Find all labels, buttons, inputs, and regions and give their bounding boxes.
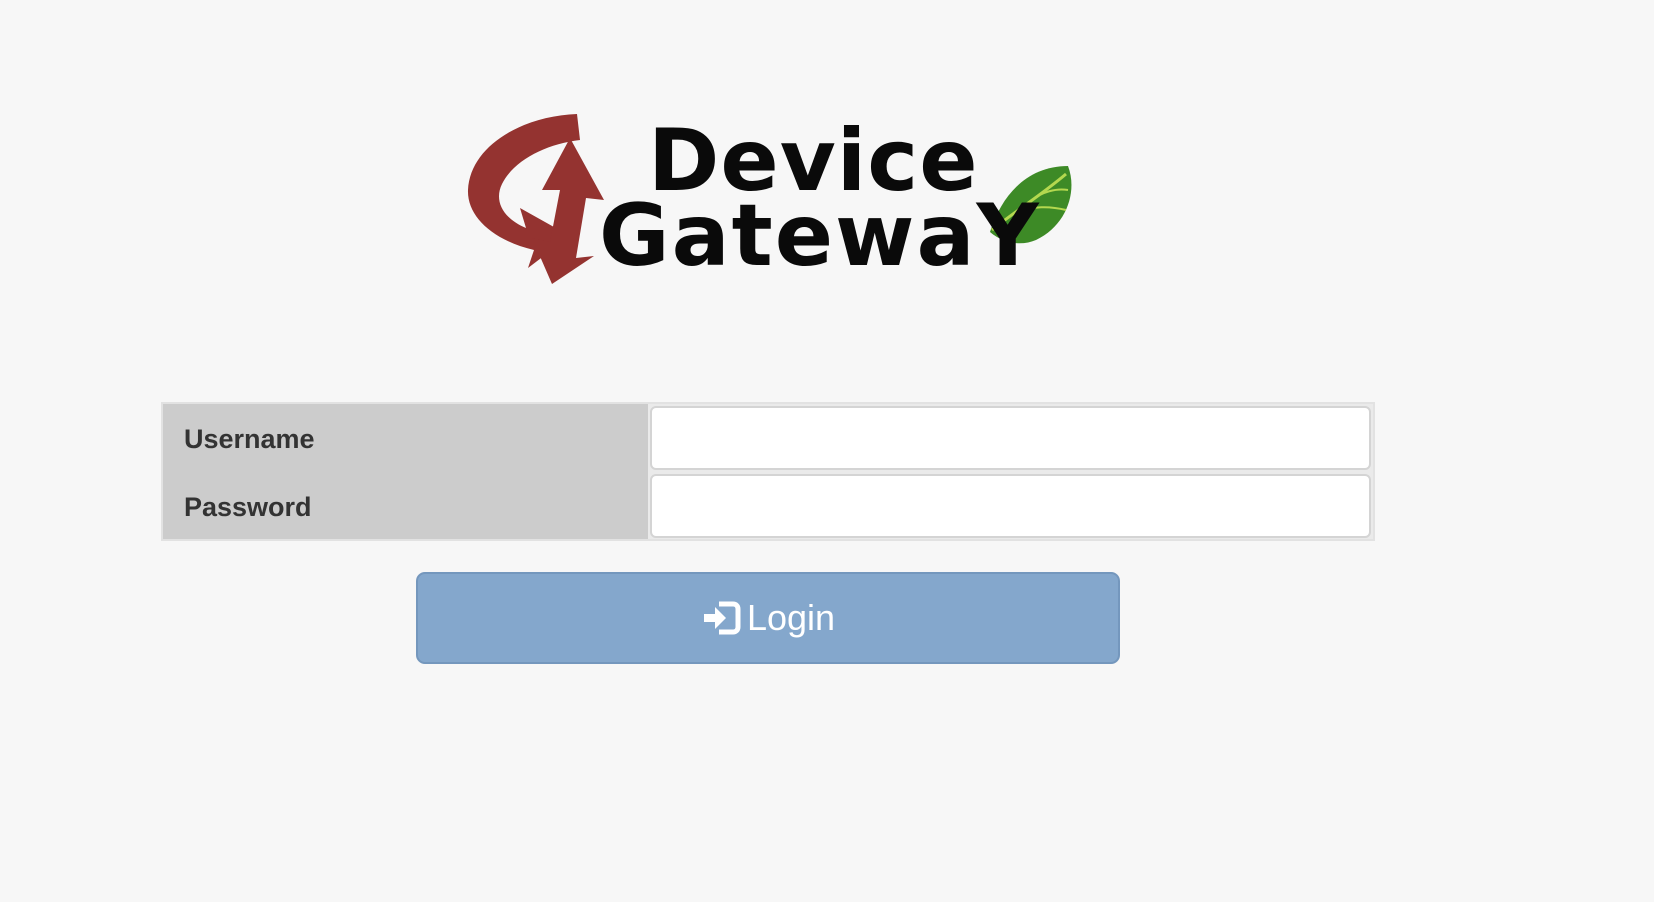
- login-button[interactable]: Login: [416, 572, 1120, 664]
- logo-updown-arrow: [532, 138, 604, 284]
- device-gateway-logo: Device GatewaY: [462, 108, 1074, 288]
- sign-in-icon: [703, 601, 741, 635]
- logo-text-gateway: GatewaY: [599, 186, 1041, 286]
- label-column: Username Password: [163, 404, 648, 539]
- login-form: Username Password: [161, 402, 1375, 541]
- password-label: Password: [184, 492, 312, 522]
- username-input[interactable]: [650, 406, 1371, 470]
- username-label: Username: [184, 424, 315, 454]
- password-input[interactable]: [650, 474, 1371, 538]
- login-button-label: Login: [746, 597, 836, 638]
- input-column: [648, 404, 1373, 539]
